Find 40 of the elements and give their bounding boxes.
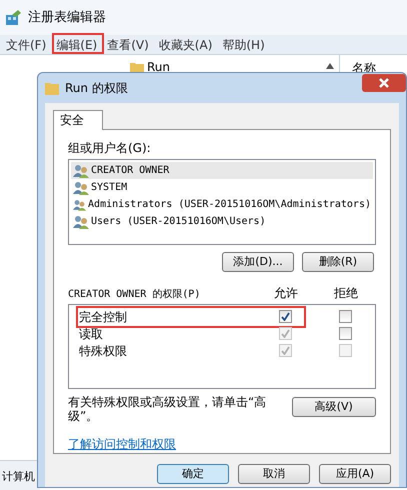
- menu-item[interactable]: 编辑(E): [56, 38, 98, 52]
- button[interactable]: 删除(R): [302, 252, 374, 272]
- list-item[interactable]: Users (USER-20151016OM\Users): [71, 213, 373, 230]
- button[interactable]: 高级(V): [292, 397, 376, 417]
- menu-item[interactable]: 文件(F): [6, 38, 46, 52]
- checkbox[interactable]: [279, 310, 292, 324]
- permission-name: 特殊权限: [78, 342, 128, 360]
- permission-name: 完全控制: [78, 308, 128, 326]
- button[interactable]: 取消: [238, 464, 310, 484]
- checkbox[interactable]: [338, 310, 352, 324]
- button[interactable]: 添加(D)...: [222, 252, 294, 272]
- dialog-title: Run 的权限: [65, 80, 128, 97]
- menu-item[interactable]: 查看(V): [107, 38, 149, 52]
- field-label: 组或用户名(G):: [68, 140, 152, 157]
- menu-item[interactable]: 收藏夹(A): [158, 38, 212, 52]
- close-button[interactable]: [362, 74, 406, 92]
- permissions-label: CREATOR OWNER 的权限(P): [68, 288, 202, 302]
- column-header: 拒绝: [333, 285, 360, 302]
- permission-name: 读取: [78, 326, 104, 343]
- list-item[interactable]: CREATOR OWNER: [71, 162, 373, 179]
- tab[interactable]: 安全: [53, 110, 103, 130]
- checkbox[interactable]: [338, 327, 352, 340]
- list-item[interactable]: SYSTEM: [71, 179, 373, 196]
- users-icon: [73, 164, 89, 178]
- button[interactable]: 应用(A): [319, 464, 391, 484]
- window-title: 注册表编辑器: [28, 8, 106, 27]
- status-text: 计算机: [2, 470, 35, 483]
- users-icon: [73, 198, 86, 212]
- users-icon: [73, 214, 89, 228]
- tree-item[interactable]: Run: [147, 58, 170, 76]
- registry-icon: [4, 8, 22, 26]
- menu-item[interactable]: 帮助(H): [222, 38, 265, 52]
- column-header: 允许: [273, 285, 300, 302]
- list-item[interactable]: Administrators (USER-20151016OM\Administrators): [71, 196, 373, 213]
- help-link[interactable]: 了解访问控制和权限: [68, 435, 176, 453]
- button[interactable]: 确定: [157, 464, 229, 484]
- users-icon: [73, 180, 89, 194]
- close-icon: [379, 78, 389, 88]
- help-text: 有关特殊权限或高级设置，请单击“高级”。: [68, 395, 268, 423]
- folder-icon: [45, 81, 59, 95]
